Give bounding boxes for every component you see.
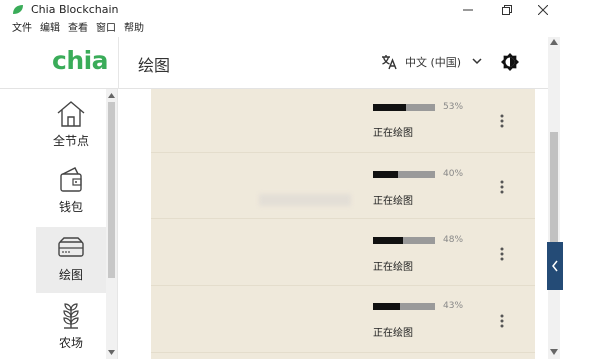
plot-percent: 48% [443,235,464,245]
plot-progress-fill [373,104,406,111]
plot-status: 正在绘图 [373,262,413,273]
plots-content: 53% 正在绘图 40% 正在绘图 48% 正在绘图 43% 正在绘图 [118,89,548,359]
sidebar: 全节点 钱包 绘图 农场 [0,89,118,359]
sidebar-item-plots[interactable]: 绘图 [36,227,106,293]
plot-status: 正在绘图 [373,328,413,339]
menu-file[interactable]: 文件 [12,20,32,37]
theme-toggle-icon[interactable] [500,52,520,72]
plot-row: 53% 正在绘图 [151,89,535,153]
plot-row: 48% 正在绘图 [151,222,535,286]
plot-progress-fill [373,171,398,178]
plot-progress-fill [373,237,403,244]
plot-row: 43% 正在绘图 [151,289,535,353]
chia-leaf-icon [13,5,23,14]
header-divider [118,37,119,89]
sidebar-item-farm[interactable]: 农场 [36,295,106,359]
plot-progress-bar [373,303,435,310]
plot-progress-fill [373,303,400,310]
title-bar: Chia Blockchain [0,0,600,20]
chevron-left-icon [552,260,558,272]
close-icon [538,5,548,15]
scroll-down-icon[interactable] [550,349,558,355]
scroll-up-icon[interactable] [550,39,558,45]
menu-help[interactable]: 帮助 [124,20,144,37]
collapse-panel-button[interactable] [547,242,563,290]
more-vert-icon[interactable] [499,313,505,329]
minimize-icon [463,9,473,11]
menu-window[interactable]: 窗口 [96,20,116,37]
farm-sprout-icon [63,303,79,329]
scroll-down-icon[interactable] [108,350,115,355]
plot-row: 40% 正在绘图 [151,155,535,219]
home-icon [57,101,85,127]
main-scroll-thumb[interactable] [550,132,558,258]
sidebar-scrollbar[interactable] [106,89,117,359]
maximize-button[interactable] [490,0,524,20]
plot-progress-bar [373,104,435,111]
chia-logo: chia [52,46,109,75]
chevron-down-icon[interactable] [472,57,482,65]
more-vert-icon[interactable] [499,113,505,129]
more-vert-icon[interactable] [499,246,505,262]
main-scrollbar[interactable] [548,37,560,359]
plot-status: 正在绘图 [373,128,413,139]
restore-icon [502,5,512,15]
plot-percent: 40% [443,169,464,179]
sidebar-item-full-node[interactable]: 全节点 [36,93,106,159]
menu-bar: 文件 编辑 查看 窗口 帮助 [0,20,600,37]
sidebar-item-label: 绘图 [58,268,83,282]
sidebar-item-wallet[interactable]: 钱包 [36,159,106,225]
plot-list: 53% 正在绘图 40% 正在绘图 48% 正在绘图 43% 正在绘图 [151,89,535,359]
sidebar-item-label: 钱包 [58,200,83,214]
scroll-up-icon[interactable] [108,93,115,98]
more-vert-icon[interactable] [499,179,505,195]
sidebar-scroll-thumb[interactable] [108,102,115,278]
redacted-plot-id [259,194,351,206]
plot-progress-bar [373,171,435,178]
page-title: 绘图 [138,56,171,75]
close-button[interactable] [526,0,560,20]
sidebar-item-label: 农场 [58,336,83,350]
plot-status: 正在绘图 [373,196,413,207]
plot-drive-icon [58,237,84,257]
plot-progress-bar [373,237,435,244]
minimize-button[interactable] [451,0,485,20]
plot-percent: 53% [443,102,464,112]
menu-edit[interactable]: 编辑 [40,20,60,37]
menu-view[interactable]: 查看 [68,20,88,37]
language-select[interactable]: 中文 (中国) [405,54,461,70]
sidebar-item-label: 全节点 [52,134,89,148]
app-header: chia 绘图 中文 (中国) [0,37,556,89]
translate-icon[interactable] [380,53,398,71]
window-title: Chia Blockchain [31,3,119,16]
plot-percent: 43% [443,301,464,311]
wallet-icon [60,167,82,192]
